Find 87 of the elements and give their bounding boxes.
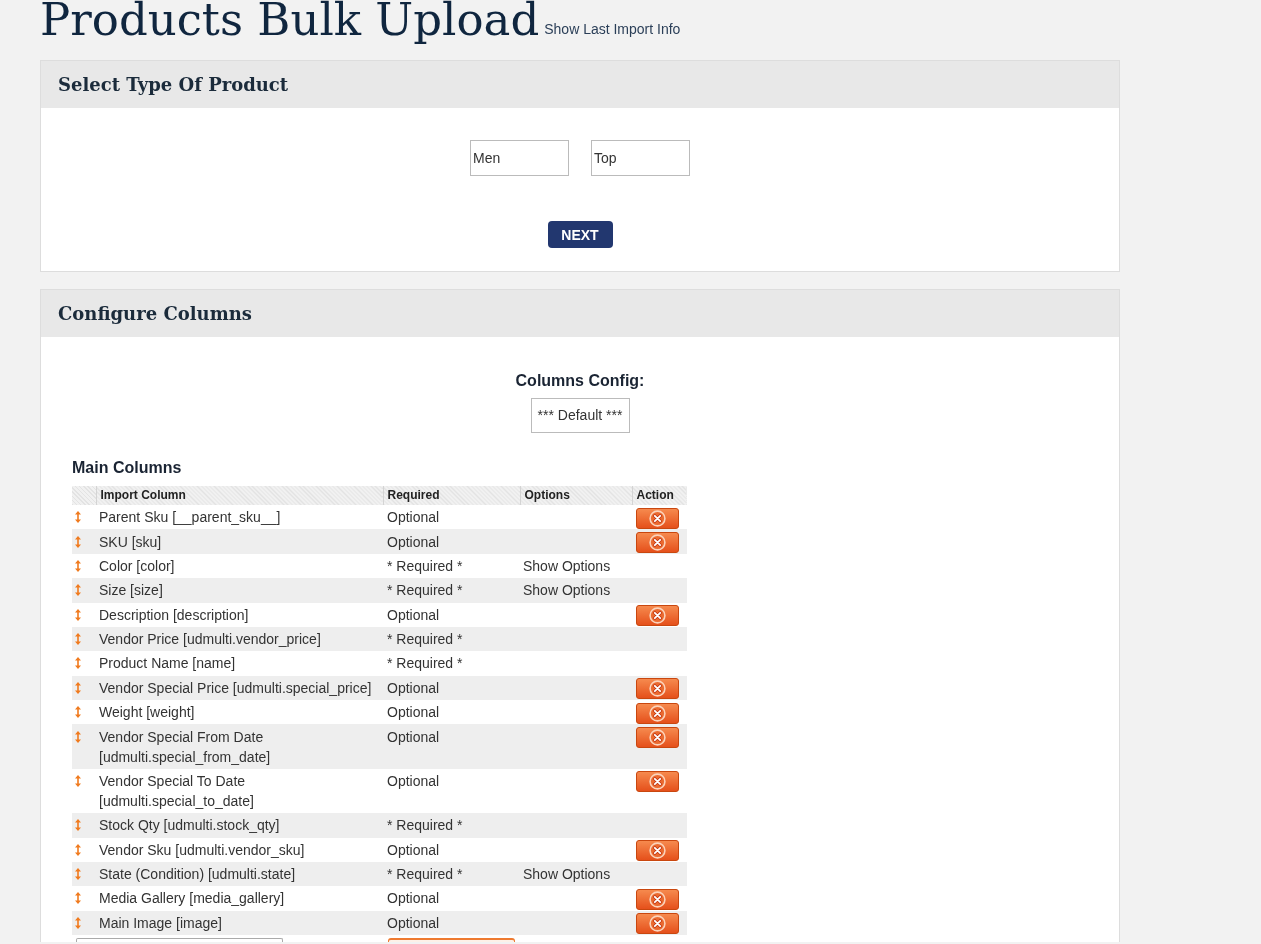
column-header: Required xyxy=(387,487,440,504)
required-status: * Required * xyxy=(387,581,463,601)
import-column-name: Size [size] xyxy=(98,581,164,601)
up-down-arrow-icon[interactable] xyxy=(75,843,81,856)
required-status: Optional xyxy=(387,727,440,747)
product-type-field[interactable]: Men xyxy=(470,140,569,176)
delete-button[interactable] xyxy=(636,507,679,529)
delete-button[interactable] xyxy=(636,702,679,724)
import-column-name: Vendor Price [udmulti.vendor_price] xyxy=(98,630,322,650)
column-header: Action xyxy=(636,487,674,504)
import-column-name: Color [color] xyxy=(98,556,176,576)
up-down-arrow-icon[interactable] xyxy=(75,892,81,905)
required-status: * Required * xyxy=(387,816,463,836)
import-column-name: Media Gallery [media_gallery] xyxy=(98,889,286,909)
circle-x-icon xyxy=(649,728,666,746)
up-down-arrow-icon[interactable] xyxy=(75,535,81,548)
circle-x-icon xyxy=(649,773,666,791)
required-status: * Required * xyxy=(387,865,463,885)
import-column-name: SKU [sku] xyxy=(98,532,163,552)
columns-config-select[interactable]: *** Default *** xyxy=(530,398,630,433)
import-column-name: Product Name [name] xyxy=(98,654,237,674)
show-last-import-info-link[interactable]: Show Last Import Info xyxy=(544,20,681,38)
up-down-arrow-icon[interactable] xyxy=(75,706,81,719)
up-down-arrow-icon[interactable] xyxy=(75,730,81,743)
show-options-link[interactable]: Show Options xyxy=(523,580,611,601)
action-button[interactable] xyxy=(388,938,515,942)
import-column-name: Weight [weight] xyxy=(98,703,196,723)
required-status: Optional xyxy=(387,771,440,791)
delete-button[interactable] xyxy=(636,840,679,861)
panel-title: Configure Columns xyxy=(58,302,252,326)
up-down-arrow-icon[interactable] xyxy=(75,681,81,694)
delete-button[interactable] xyxy=(636,531,679,553)
required-status: Optional xyxy=(387,605,440,625)
up-down-arrow-icon[interactable] xyxy=(75,584,81,597)
up-down-arrow-icon[interactable] xyxy=(75,774,81,787)
up-down-arrow-icon[interactable] xyxy=(75,633,81,646)
show-options-link[interactable]: Show Options xyxy=(523,555,611,576)
circle-x-icon xyxy=(649,890,666,908)
delete-button[interactable] xyxy=(636,678,679,700)
import-column-name: Stock Qty [udmulti.stock_qty] xyxy=(98,816,281,836)
dropdown-field[interactable] xyxy=(76,938,283,942)
import-column-name: State (Condition) [udmulti.state] xyxy=(98,865,297,885)
page-title: Products Bulk Upload xyxy=(40,0,540,48)
panel-title: Select Type Of Product xyxy=(58,73,289,97)
circle-x-icon xyxy=(649,915,666,933)
up-down-arrow-icon[interactable] xyxy=(75,916,81,929)
show-options-link[interactable]: Show Options xyxy=(523,864,611,885)
up-down-arrow-icon[interactable] xyxy=(75,511,81,524)
columns-config-label: Columns Config: xyxy=(515,372,645,390)
section-title: Main Columns xyxy=(72,459,182,477)
import-column-name: Parent Sku [__parent_sku__] xyxy=(98,508,282,528)
circle-x-icon xyxy=(649,509,666,527)
circle-x-icon xyxy=(649,607,666,624)
circle-x-icon xyxy=(649,704,666,722)
circle-x-icon xyxy=(649,842,666,859)
circle-x-icon xyxy=(649,533,666,551)
required-status: Optional xyxy=(387,840,440,860)
import-column-name: Vendor Special From Date [udmulti.special_from_date] xyxy=(98,727,272,767)
required-status: Optional xyxy=(387,703,440,723)
import-column-name: Vendor Sku [udmulti.vendor_sku] xyxy=(98,840,306,860)
delete-button[interactable] xyxy=(636,605,679,626)
import-column-name: Description [description] xyxy=(98,605,250,625)
delete-button[interactable] xyxy=(636,771,679,793)
up-down-arrow-icon[interactable] xyxy=(75,868,81,881)
delete-button[interactable] xyxy=(636,888,679,910)
column-header: Import Column xyxy=(100,487,186,504)
up-down-arrow-icon[interactable] xyxy=(75,559,81,572)
required-status: Optional xyxy=(387,678,440,698)
required-status: Optional xyxy=(387,532,440,552)
import-column-name: Vendor Special To Date [udmulti.special_to_date] xyxy=(98,771,255,811)
required-status: Optional xyxy=(387,889,440,909)
circle-x-icon xyxy=(649,680,666,698)
next-button[interactable]: NEXT xyxy=(547,221,613,248)
import-column-name: Vendor Special Price [udmulti.special_price] xyxy=(98,678,373,698)
required-status: Optional xyxy=(387,508,440,528)
required-status: * Required * xyxy=(387,556,463,576)
up-down-arrow-icon[interactable] xyxy=(75,608,81,621)
column-header: Options xyxy=(524,487,570,504)
delete-button[interactable] xyxy=(636,913,679,935)
required-status: Optional xyxy=(387,913,440,933)
required-status: * Required * xyxy=(387,654,463,674)
up-down-arrow-icon[interactable] xyxy=(75,819,81,832)
up-down-arrow-icon[interactable] xyxy=(75,657,81,670)
delete-button[interactable] xyxy=(636,726,679,748)
required-status: * Required * xyxy=(387,630,463,650)
product-type-field[interactable]: Top xyxy=(591,140,690,176)
import-column-name: Main Image [image] xyxy=(98,913,223,933)
